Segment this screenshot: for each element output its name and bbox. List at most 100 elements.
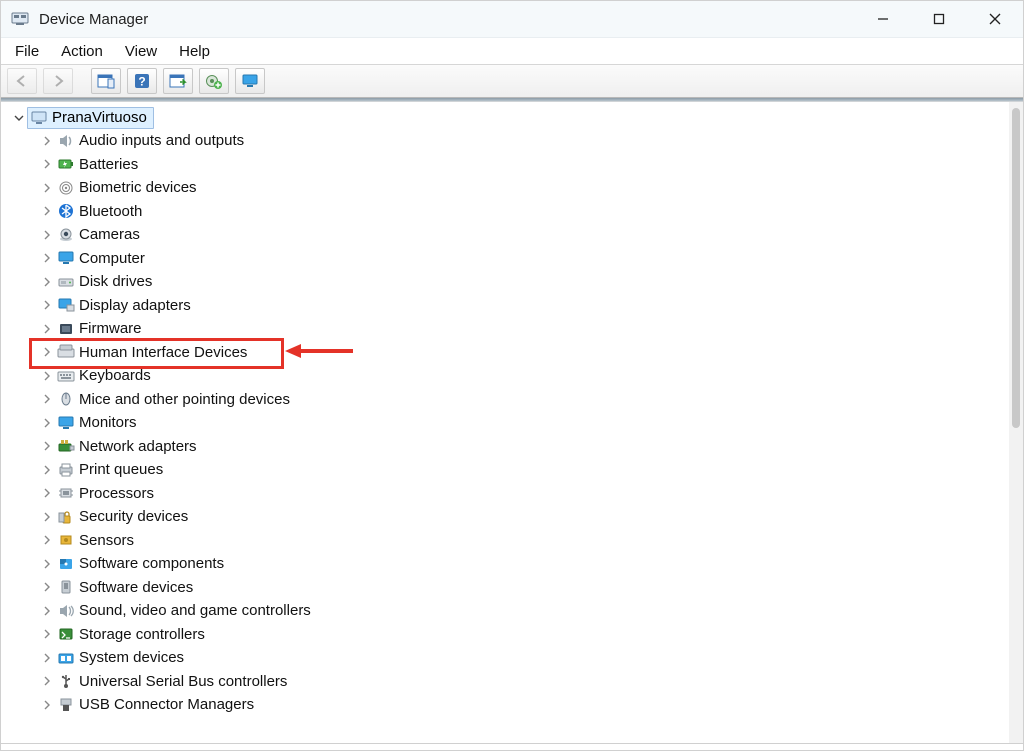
tree-item[interactable]: Display adapters (1, 294, 1009, 318)
chevron-right-icon[interactable] (39, 227, 55, 243)
tree-item[interactable]: Biometric devices (1, 176, 1009, 200)
tree-item[interactable]: Sound, video and game controllers (1, 599, 1009, 623)
maximize-button[interactable] (911, 1, 967, 37)
remote-computer-button[interactable] (235, 68, 265, 94)
tree-item[interactable]: System devices (1, 646, 1009, 670)
security-icon (55, 508, 77, 526)
chevron-right-icon[interactable] (39, 415, 55, 431)
battery-icon (55, 155, 77, 173)
speaker-icon (55, 132, 77, 150)
chevron-right-icon[interactable] (39, 250, 55, 266)
minimize-button[interactable] (855, 1, 911, 37)
back-button[interactable] (7, 68, 37, 94)
tree-item[interactable]: Batteries (1, 153, 1009, 177)
chevron-right-icon[interactable] (39, 391, 55, 407)
chevron-right-icon[interactable] (39, 485, 55, 501)
tree-item[interactable]: Print queues (1, 458, 1009, 482)
device-tree[interactable]: PranaVirtuoso Audio inputs and outputsBa… (1, 102, 1009, 743)
hid-icon (55, 343, 77, 361)
chevron-right-icon[interactable] (39, 344, 55, 360)
chevron-right-icon[interactable] (39, 697, 55, 713)
chevron-right-icon[interactable] (39, 650, 55, 666)
tree-item-label: Disk drives (79, 273, 152, 290)
tree-item[interactable]: Computer (1, 247, 1009, 271)
chevron-right-icon[interactable] (39, 509, 55, 525)
forward-button[interactable] (43, 68, 73, 94)
tree-item[interactable]: Keyboards (1, 364, 1009, 388)
tree-item[interactable]: USB Connector Managers (1, 693, 1009, 717)
camera-icon (55, 226, 77, 244)
chevron-right-icon[interactable] (39, 603, 55, 619)
tree-item[interactable]: Software devices (1, 576, 1009, 600)
monitor-icon (55, 249, 77, 267)
scrollbar-thumb[interactable] (1012, 108, 1020, 428)
chevron-right-icon[interactable] (39, 579, 55, 595)
menu-help[interactable]: Help (175, 41, 222, 62)
mouse-icon (55, 390, 77, 408)
menu-view[interactable]: View (121, 41, 169, 62)
tree-item-label: USB Connector Managers (79, 696, 254, 713)
chevron-right-icon[interactable] (39, 321, 55, 337)
tree-item-label: Network adapters (79, 438, 197, 455)
tree-item-label: Firmware (79, 320, 142, 337)
chevron-right-icon[interactable] (39, 532, 55, 548)
printer-icon (55, 461, 77, 479)
chevron-right-icon[interactable] (39, 438, 55, 454)
menu-file[interactable]: File (11, 41, 51, 62)
toolbar: ? (1, 65, 1023, 98)
tree-item[interactable]: Software components (1, 552, 1009, 576)
chevron-right-icon[interactable] (39, 626, 55, 642)
usb-icon (55, 672, 77, 690)
tree-item-label: Computer (79, 250, 145, 267)
chevron-right-icon[interactable] (39, 180, 55, 196)
add-device-button[interactable] (199, 68, 229, 94)
tree-item[interactable]: Firmware (1, 317, 1009, 341)
chevron-right-icon[interactable] (39, 274, 55, 290)
vertical-scrollbar[interactable] (1009, 102, 1023, 743)
chevron-right-icon[interactable] (39, 156, 55, 172)
chevron-right-icon[interactable] (39, 203, 55, 219)
fingerprint-icon (55, 179, 77, 197)
computer-icon (30, 110, 48, 126)
tree-item-label: Biometric devices (79, 179, 197, 196)
tree-item[interactable]: Processors (1, 482, 1009, 506)
help-button[interactable]: ? (127, 68, 157, 94)
chevron-right-icon[interactable] (39, 673, 55, 689)
show-hide-console-button[interactable] (91, 68, 121, 94)
tree-item[interactable]: Universal Serial Bus controllers (1, 670, 1009, 694)
chevron-right-icon[interactable] (39, 297, 55, 313)
tree-item[interactable]: Mice and other pointing devices (1, 388, 1009, 412)
chevron-right-icon[interactable] (39, 133, 55, 149)
tree-item[interactable]: Audio inputs and outputs (1, 129, 1009, 153)
tree-item[interactable]: Monitors (1, 411, 1009, 435)
software-device-icon (55, 578, 77, 596)
cpu-icon (55, 484, 77, 502)
tree-item[interactable]: Network adapters (1, 435, 1009, 459)
tree-item-label: Display adapters (79, 297, 191, 314)
tree-item[interactable]: Bluetooth (1, 200, 1009, 224)
chevron-right-icon[interactable] (39, 556, 55, 572)
scan-hardware-button[interactable] (163, 68, 193, 94)
close-button[interactable] (967, 1, 1023, 37)
system-icon (55, 649, 77, 667)
chevron-down-icon[interactable] (11, 113, 27, 123)
tree-item[interactable]: Storage controllers (1, 623, 1009, 647)
tree-item[interactable]: Human Interface Devices (1, 341, 1009, 365)
tree-item[interactable]: Sensors (1, 529, 1009, 553)
tree-item-label: Human Interface Devices (79, 344, 247, 361)
chevron-right-icon[interactable] (39, 368, 55, 384)
tree-item[interactable]: Cameras (1, 223, 1009, 247)
tree-item-label: Keyboards (79, 367, 151, 384)
tree-item[interactable]: Security devices (1, 505, 1009, 529)
titlebar: Device Manager (1, 1, 1023, 38)
menu-action[interactable]: Action (57, 41, 115, 62)
svg-text:?: ? (138, 75, 145, 89)
puzzle-icon (55, 555, 77, 573)
chevron-right-icon[interactable] (39, 462, 55, 478)
tree-item-label: Security devices (79, 508, 188, 525)
bluetooth-icon (55, 202, 77, 220)
sound-icon (55, 602, 77, 620)
tree-item[interactable]: Disk drives (1, 270, 1009, 294)
window-title: Device Manager (39, 11, 148, 28)
tree-root-row[interactable]: PranaVirtuoso (1, 106, 1009, 129)
